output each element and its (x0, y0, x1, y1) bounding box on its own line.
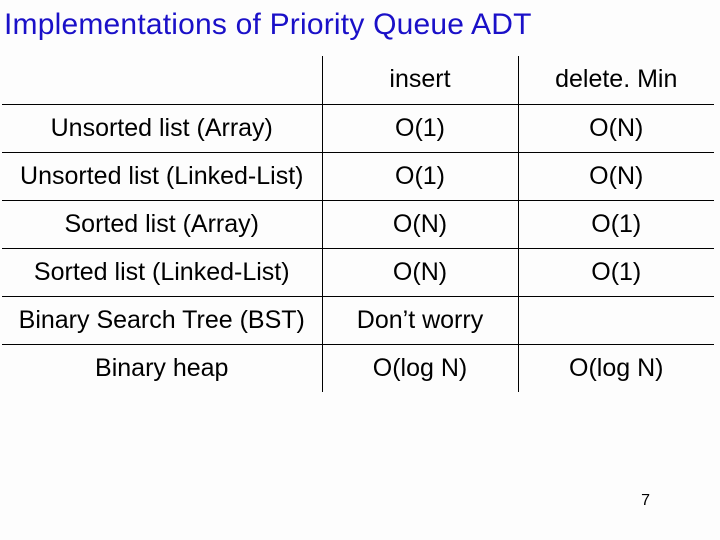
row-name: Binary Search Tree (BST) (2, 296, 322, 344)
row-name: Binary heap (2, 344, 322, 392)
table-header-deletemin: delete. Min (518, 56, 714, 104)
row-name: Unsorted list (Array) (2, 104, 322, 152)
row-insert: Don’t worry (322, 296, 518, 344)
row-insert: O(1) (322, 152, 518, 200)
row-insert: O(N) (322, 200, 518, 248)
row-deletemin: O(1) (518, 248, 714, 296)
row-deletemin: O(1) (518, 200, 714, 248)
row-deletemin (518, 296, 714, 344)
row-insert: O(N) (322, 248, 518, 296)
table-header-insert: insert (322, 56, 518, 104)
row-insert: O(1) (322, 104, 518, 152)
row-deletemin: O(log N) (518, 344, 714, 392)
row-deletemin: O(N) (518, 152, 714, 200)
slide: Implementations of Priority Queue ADT in… (0, 0, 720, 540)
slide-title: Implementations of Priority Queue ADT (4, 8, 718, 42)
row-name: Sorted list (Linked-List) (2, 248, 322, 296)
row-name: Unsorted list (Linked-List) (2, 152, 322, 200)
row-name: Sorted list (Array) (2, 200, 322, 248)
complexity-table: insert delete. Min Unsorted list (Array)… (2, 56, 714, 392)
table-header-empty (2, 56, 322, 104)
page-number: 7 (641, 492, 650, 510)
row-deletemin: O(N) (518, 104, 714, 152)
row-insert: O(log N) (322, 344, 518, 392)
